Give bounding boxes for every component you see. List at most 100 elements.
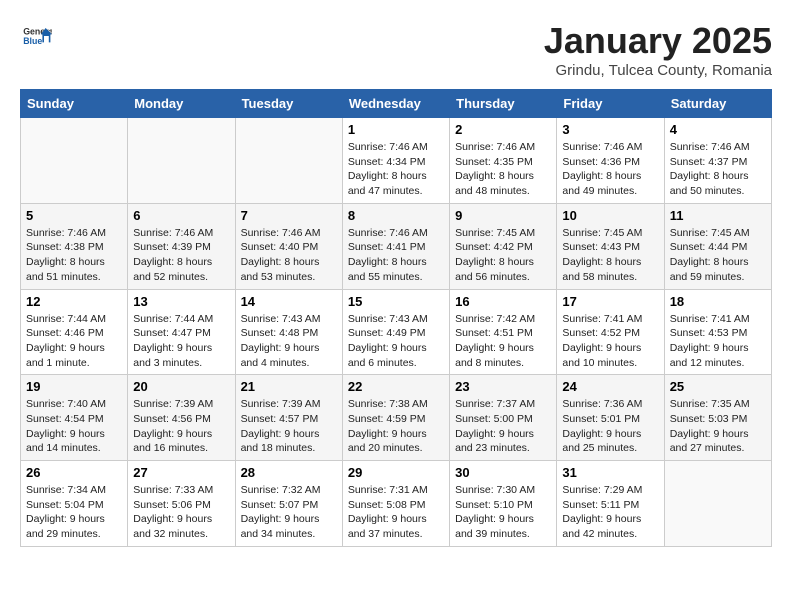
calendar-cell: 15 Sunrise: 7:43 AM Sunset: 4:49 PM Dayli…: [342, 289, 449, 375]
calendar-cell: [21, 118, 128, 204]
day-number: 19: [26, 379, 122, 394]
calendar-cell: 2Sunrise: 7:46 AM Sunset: 4:35 PM Daylig…: [450, 118, 557, 204]
day-info: Sunrise: 7:29 AM Sunset: 5:11 PM Dayligh…: [562, 483, 658, 542]
day-info: Sunrise: 7:36 AM Sunset: 5:01 PM Dayligh…: [562, 397, 658, 456]
day-number: 27: [133, 465, 229, 480]
day-number: 10: [562, 208, 658, 223]
calendar-cell: 10 Sunrise: 7:45 AM Sunset: 4:43 PM Dayli…: [557, 203, 664, 289]
calendar-cell: 29Sunrise: 7:31 AM Sunset: 5:08 PM Dayli…: [342, 461, 449, 547]
day-number: 14: [241, 294, 337, 309]
calendar-cell: 20 Sunrise: 7:39 AM Sunset: 4:56 PM Dayli…: [128, 375, 235, 461]
calendar-cell: [128, 118, 235, 204]
weekday-header-monday: Monday: [128, 90, 235, 118]
calendar-cell: 23Sunrise: 7:37 AM Sunset: 5:00 PM Dayli…: [450, 375, 557, 461]
calendar-cell: 3Sunrise: 7:46 AM Sunset: 4:36 PM Daylig…: [557, 118, 664, 204]
calendar-cell: 13 Sunrise: 7:44 AM Sunset: 4:47 PM Dayli…: [128, 289, 235, 375]
day-number: 24: [562, 379, 658, 394]
logo: General Blue: [20, 20, 56, 52]
day-number: 25: [670, 379, 766, 394]
day-info: Sunrise: 7:39 AM Sunset: 4:57 PM Dayligh…: [241, 397, 337, 456]
day-info: Sunrise: 7:32 AM Sunset: 5:07 PM Dayligh…: [241, 483, 337, 542]
calendar-cell: [235, 118, 342, 204]
calendar-cell: 26Sunrise: 7:34 AM Sunset: 5:04 PM Dayli…: [21, 461, 128, 547]
calendar-cell: 30 Sunrise: 7:30 AM Sunset: 5:10 PM Dayli…: [450, 461, 557, 547]
calendar-cell: 25 Sunrise: 7:35 AM Sunset: 5:03 PM Dayli…: [664, 375, 771, 461]
day-info: Sunrise: 7:38 AM Sunset: 4:59 PM Dayligh…: [348, 397, 444, 456]
day-number: 28: [241, 465, 337, 480]
day-number: 26: [26, 465, 122, 480]
day-number: 7: [241, 208, 337, 223]
day-info: Sunrise: 7:45 AM Sunset: 4:44 PM Dayligh…: [670, 226, 766, 285]
day-info: Sunrise: 7:41 AM Sunset: 4:52 PM Dayligh…: [562, 312, 658, 371]
day-number: 6: [133, 208, 229, 223]
calendar-cell: 22 Sunrise: 7:38 AM Sunset: 4:59 PM Dayli…: [342, 375, 449, 461]
calendar-cell: 4 Sunrise: 7:46 AM Sunset: 4:37 PM Daylig…: [664, 118, 771, 204]
day-info: Sunrise: 7:44 AM Sunset: 4:47 PM Dayligh…: [133, 312, 229, 371]
day-info: Sunrise: 7:35 AM Sunset: 5:03 PM Dayligh…: [670, 397, 766, 456]
day-number: 17: [562, 294, 658, 309]
location: Grindu, Tulcea County, Romania: [544, 62, 772, 79]
day-number: 13: [133, 294, 229, 309]
calendar-cell: 16Sunrise: 7:42 AM Sunset: 4:51 PM Dayli…: [450, 289, 557, 375]
week-row-3: 12Sunrise: 7:44 AM Sunset: 4:46 PM Dayli…: [21, 289, 772, 375]
day-number: 15: [348, 294, 444, 309]
day-number: 9: [455, 208, 551, 223]
calendar-cell: 18 Sunrise: 7:41 AM Sunset: 4:53 PM Dayli…: [664, 289, 771, 375]
day-info: Sunrise: 7:45 AM Sunset: 4:43 PM Dayligh…: [562, 226, 658, 285]
day-number: 16: [455, 294, 551, 309]
day-info: Sunrise: 7:41 AM Sunset: 4:53 PM Dayligh…: [670, 312, 766, 371]
day-number: 30: [455, 465, 551, 480]
calendar-cell: 31 Sunrise: 7:29 AM Sunset: 5:11 PM Dayli…: [557, 461, 664, 547]
calendar-cell: 1 Sunrise: 7:46 AM Sunset: 4:34 PM Daylig…: [342, 118, 449, 204]
calendar-cell: 28 Sunrise: 7:32 AM Sunset: 5:07 PM Dayli…: [235, 461, 342, 547]
day-info: Sunrise: 7:39 AM Sunset: 4:56 PM Dayligh…: [133, 397, 229, 456]
day-info: Sunrise: 7:30 AM Sunset: 5:10 PM Dayligh…: [455, 483, 551, 542]
calendar-cell: 6 Sunrise: 7:46 AM Sunset: 4:39 PM Daylig…: [128, 203, 235, 289]
day-info: Sunrise: 7:46 AM Sunset: 4:39 PM Dayligh…: [133, 226, 229, 285]
title-section: January 2025 Grindu, Tulcea County, Roma…: [544, 20, 772, 79]
day-info: Sunrise: 7:46 AM Sunset: 4:41 PM Dayligh…: [348, 226, 444, 285]
weekday-header-saturday: Saturday: [664, 90, 771, 118]
day-info: Sunrise: 7:40 AM Sunset: 4:54 PM Dayligh…: [26, 397, 122, 456]
day-number: 20: [133, 379, 229, 394]
page-header: General Blue January 2025 Grindu, Tulcea…: [20, 20, 772, 79]
calendar-cell: 19 Sunrise: 7:40 AM Sunset: 4:54 PM Dayli…: [21, 375, 128, 461]
month-title: January 2025: [544, 20, 772, 62]
week-row-2: 5Sunrise: 7:46 AM Sunset: 4:38 PM Daylig…: [21, 203, 772, 289]
calendar-cell: 11 Sunrise: 7:45 AM Sunset: 4:44 PM Dayli…: [664, 203, 771, 289]
calendar-cell: 9 Sunrise: 7:45 AM Sunset: 4:42 PM Daylig…: [450, 203, 557, 289]
day-number: 31: [562, 465, 658, 480]
svg-text:Blue: Blue: [23, 36, 42, 46]
day-number: 18: [670, 294, 766, 309]
calendar-cell: 24 Sunrise: 7:36 AM Sunset: 5:01 PM Dayli…: [557, 375, 664, 461]
calendar-cell: 7 Sunrise: 7:46 AM Sunset: 4:40 PM Daylig…: [235, 203, 342, 289]
calendar-cell: 5Sunrise: 7:46 AM Sunset: 4:38 PM Daylig…: [21, 203, 128, 289]
calendar-cell: 8Sunrise: 7:46 AM Sunset: 4:41 PM Daylig…: [342, 203, 449, 289]
calendar-cell: 27Sunrise: 7:33 AM Sunset: 5:06 PM Dayli…: [128, 461, 235, 547]
calendar-cell: 14Sunrise: 7:43 AM Sunset: 4:48 PM Dayli…: [235, 289, 342, 375]
logo-icon: General Blue: [20, 20, 52, 52]
day-number: 4: [670, 122, 766, 137]
day-info: Sunrise: 7:46 AM Sunset: 4:40 PM Dayligh…: [241, 226, 337, 285]
calendar-cell: 21 Sunrise: 7:39 AM Sunset: 4:57 PM Dayli…: [235, 375, 342, 461]
weekday-header-sunday: Sunday: [21, 90, 128, 118]
calendar-cell: 12Sunrise: 7:44 AM Sunset: 4:46 PM Dayli…: [21, 289, 128, 375]
weekday-header-friday: Friday: [557, 90, 664, 118]
day-number: 11: [670, 208, 766, 223]
day-info: Sunrise: 7:46 AM Sunset: 4:34 PM Dayligh…: [348, 140, 444, 199]
calendar-table: SundayMondayTuesdayWednesdayThursdayFrid…: [20, 89, 772, 547]
day-info: Sunrise: 7:37 AM Sunset: 5:00 PM Dayligh…: [455, 397, 551, 456]
weekday-header-tuesday: Tuesday: [235, 90, 342, 118]
day-info: Sunrise: 7:45 AM Sunset: 4:42 PM Dayligh…: [455, 226, 551, 285]
calendar-cell: 17 Sunrise: 7:41 AM Sunset: 4:52 PM Dayli…: [557, 289, 664, 375]
week-row-4: 19 Sunrise: 7:40 AM Sunset: 4:54 PM Dayli…: [21, 375, 772, 461]
day-info: Sunrise: 7:46 AM Sunset: 4:37 PM Dayligh…: [670, 140, 766, 199]
day-info: Sunrise: 7:43 AM Sunset: 4:49 PM Dayligh…: [348, 312, 444, 371]
day-info: Sunrise: 7:31 AM Sunset: 5:08 PM Dayligh…: [348, 483, 444, 542]
weekday-header-row: SundayMondayTuesdayWednesdayThursdayFrid…: [21, 90, 772, 118]
day-number: 1: [348, 122, 444, 137]
day-number: 12: [26, 294, 122, 309]
day-number: 22: [348, 379, 444, 394]
weekday-header-thursday: Thursday: [450, 90, 557, 118]
day-number: 21: [241, 379, 337, 394]
